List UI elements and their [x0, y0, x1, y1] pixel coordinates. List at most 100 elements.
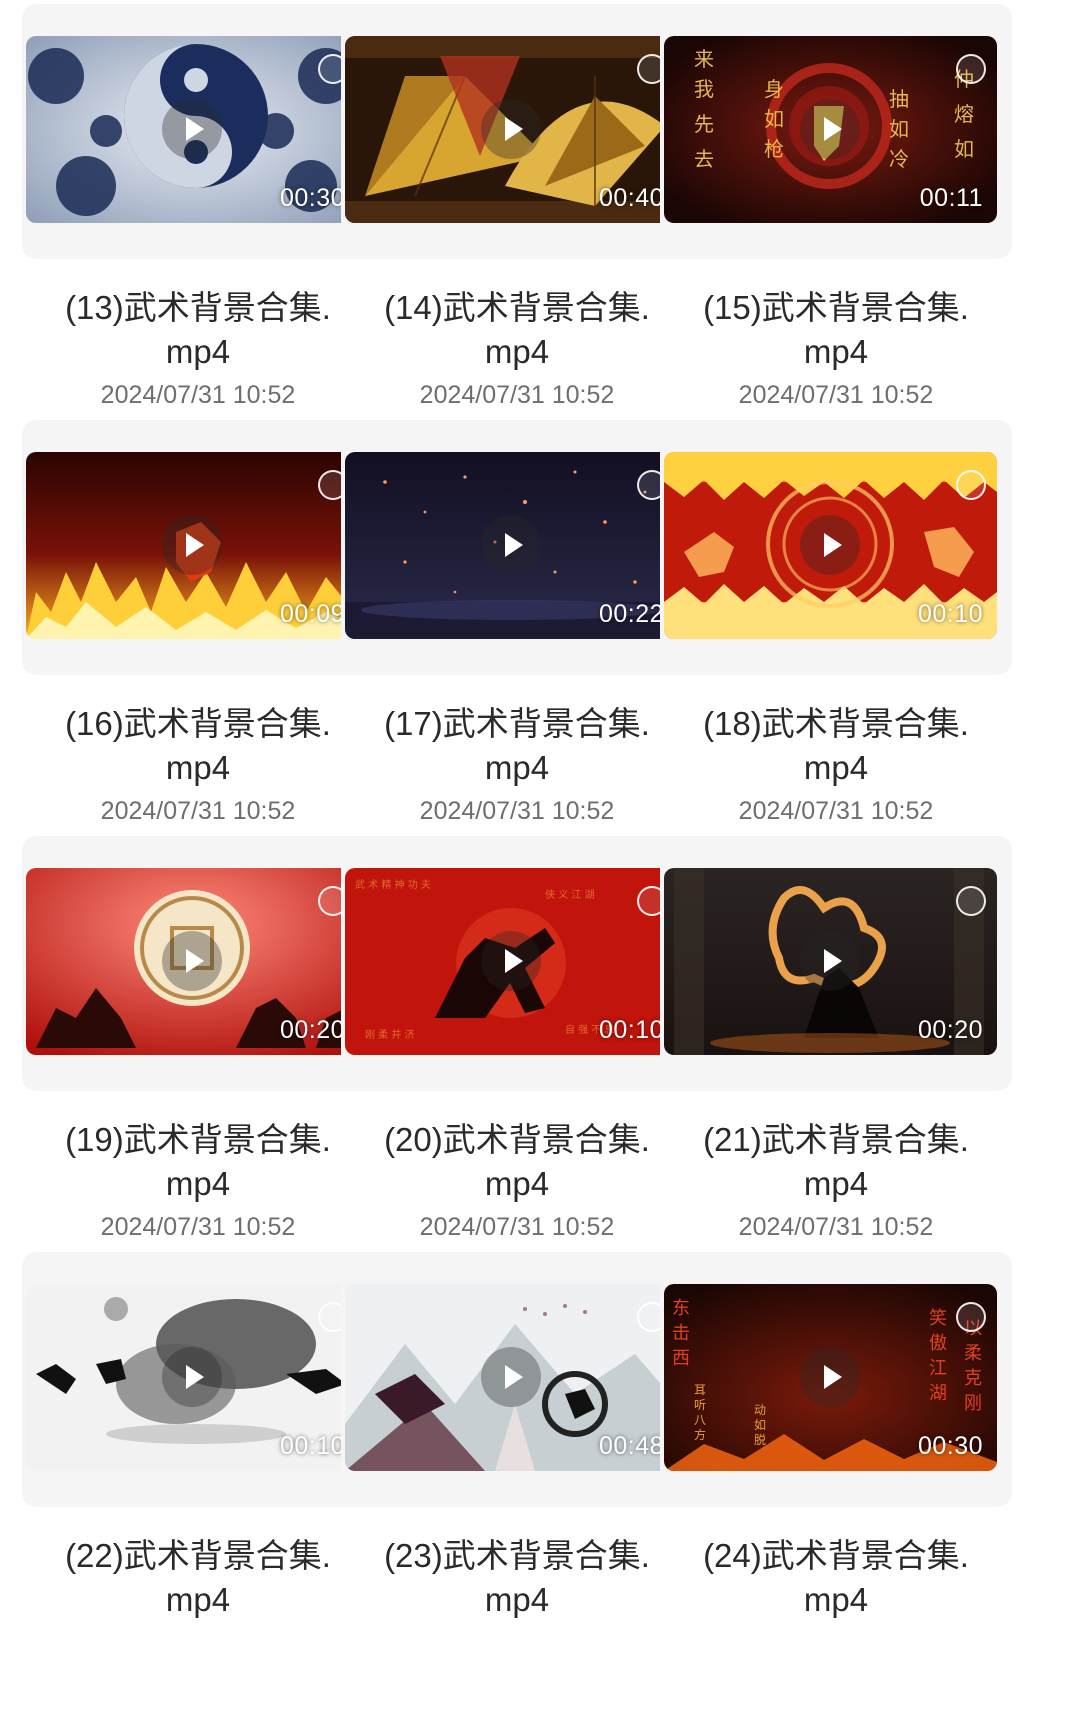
play-button[interactable]: [481, 931, 541, 991]
video-item[interactable]: 00:10 (22)武术背景合集. mp4: [22, 1252, 374, 1710]
play-button[interactable]: [162, 99, 222, 159]
video-thumbnail[interactable]: 东击西 笑傲江湖 以柔克刚 耳听八方 动如脱 00:30: [664, 1284, 997, 1471]
svg-text:我: 我: [694, 77, 714, 101]
select-circle-icon[interactable]: [956, 1302, 986, 1332]
video-duration: 00:10: [279, 1432, 345, 1460]
svg-text:动: 动: [754, 1403, 766, 1417]
svg-text:傲: 傲: [929, 1333, 947, 1354]
svg-text:听: 听: [694, 1398, 706, 1412]
select-circle-icon[interactable]: [956, 470, 986, 500]
video-file-name: (13)武术背景合集. mp4: [22, 286, 374, 374]
svg-text:刚 柔 并 济: 刚 柔 并 济: [365, 1028, 415, 1041]
play-button[interactable]: [800, 515, 860, 575]
video-duration: 00:20: [279, 1016, 345, 1044]
video-item[interactable]: 00:09 (16)武术背景合集. mp4 2024/07/31 10:52: [22, 420, 374, 878]
video-item[interactable]: 00:22 (17)武术背景合集. mp4 2024/07/31 10:52: [341, 420, 693, 878]
play-button[interactable]: [162, 931, 222, 991]
video-file-name: (21)武术背景合集. mp4: [660, 1118, 1012, 1206]
video-date: 2024/07/31 10:52: [738, 381, 934, 409]
select-circle-icon[interactable]: [956, 886, 986, 916]
play-button[interactable]: [481, 99, 541, 159]
svg-text:脱: 脱: [754, 1432, 766, 1447]
video-file-name-line2: mp4: [165, 749, 231, 786]
video-date: 2024/07/31 10:52: [738, 1213, 934, 1241]
play-button[interactable]: [481, 1347, 541, 1407]
video-file-name-line1: (20)武术背景合集.: [384, 1121, 650, 1158]
video-duration: 00:40: [598, 184, 664, 212]
svg-text:耳: 耳: [694, 1383, 706, 1397]
video-file-name: (23)武术背景合集. mp4: [341, 1534, 693, 1622]
video-thumbnail[interactable]: 00:22: [345, 452, 678, 639]
video-date: 2024/07/31 10:52: [738, 797, 934, 825]
video-file-name: (20)武术背景合集. mp4: [341, 1118, 693, 1206]
svg-text:武 术 精 神 功 夫: 武 术 精 神 功 夫: [355, 878, 431, 891]
play-icon: [824, 533, 842, 557]
play-button[interactable]: [800, 99, 860, 159]
svg-text:抽: 抽: [889, 87, 909, 111]
video-duration: 00:10: [598, 1016, 664, 1044]
video-duration: 00:30: [279, 184, 345, 212]
video-grid: 00:30 (13)武术背景合集. mp4 2024/07/31 10:52 0…: [0, 0, 1080, 1716]
svg-text:侠 义 江 湖: 侠 义 江 湖: [545, 888, 595, 901]
video-file-name-line1: (21)武术背景合集.: [703, 1121, 969, 1158]
svg-text:来: 来: [694, 47, 714, 71]
svg-text:刚: 刚: [964, 1393, 982, 1414]
video-item[interactable]: 00:20 (21)武术背景合集. mp4 2024/07/31 10:52: [660, 836, 1012, 1294]
video-item[interactable]: 00:10 (18)武术背景合集. mp4 2024/07/31 10:52: [660, 420, 1012, 878]
svg-text:先: 先: [694, 112, 714, 136]
video-item[interactable]: 00:48 (23)武术背景合集. mp4: [341, 1252, 693, 1710]
video-file-name-line2: mp4: [165, 333, 231, 370]
play-button[interactable]: [162, 1347, 222, 1407]
video-thumbnail[interactable]: 00:20: [664, 868, 997, 1055]
video-item[interactable]: 来我先去 身如枪 抽如冷 仲熔如 00:11 (15)武术背景合集. mp4 2…: [660, 4, 1012, 462]
video-file-name: (18)武术背景合集. mp4: [660, 702, 1012, 790]
svg-text:熔: 熔: [954, 102, 974, 126]
video-date: 2024/07/31 10:52: [100, 1213, 296, 1241]
svg-text:枪: 枪: [764, 137, 784, 161]
play-button[interactable]: [481, 515, 541, 575]
select-circle-icon[interactable]: [956, 54, 986, 84]
video-date: 2024/07/31 10:52: [419, 381, 615, 409]
play-button[interactable]: [800, 1347, 860, 1407]
svg-text:击: 击: [672, 1323, 690, 1344]
video-thumbnail[interactable]: 00:10: [664, 452, 997, 639]
video-thumbnail[interactable]: 00:48: [345, 1284, 678, 1471]
svg-text:八: 八: [694, 1413, 706, 1427]
video-file-name-line1: (19)武术背景合集.: [65, 1121, 331, 1158]
svg-text:如: 如: [954, 137, 974, 161]
video-date: 2024/07/31 10:52: [100, 797, 296, 825]
video-item[interactable]: 00:20 (19)武术背景合集. mp4 2024/07/31 10:52: [22, 836, 374, 1294]
video-item[interactable]: 东击西 笑傲江湖 以柔克刚 耳听八方 动如脱 00:30 (24)武术背景合集.…: [660, 1252, 1012, 1710]
play-icon: [186, 1365, 204, 1389]
svg-text:冷: 冷: [889, 147, 909, 171]
play-icon: [505, 949, 523, 973]
svg-text:如: 如: [764, 107, 784, 131]
video-duration: 00:10: [917, 600, 983, 628]
svg-text:去: 去: [694, 147, 714, 171]
video-item[interactable]: 00:30 (13)武术背景合集. mp4 2024/07/31 10:52: [22, 4, 374, 462]
video-file-name: (22)武术背景合集. mp4: [22, 1534, 374, 1622]
video-thumbnail[interactable]: 00:40: [345, 36, 678, 223]
video-thumbnail[interactable]: 00:30: [26, 36, 359, 223]
video-thumbnail[interactable]: 来我先去 身如枪 抽如冷 仲熔如 00:11: [664, 36, 997, 223]
video-file-name-line2: mp4: [803, 749, 869, 786]
play-button[interactable]: [800, 931, 860, 991]
play-icon: [186, 117, 204, 141]
video-item[interactable]: 武 术 精 神 功 夫侠 义 江 湖 刚 柔 并 济自 强 不 息 00:10 …: [341, 836, 693, 1294]
video-file-name-line1: (15)武术背景合集.: [703, 289, 969, 326]
video-file-name-line1: (24)武术背景合集.: [703, 1537, 969, 1574]
svg-text:身: 身: [764, 77, 784, 101]
video-duration: 00:30: [917, 1432, 983, 1460]
video-file-name-line1: (14)武术背景合集.: [384, 289, 650, 326]
video-file-name: (24)武术背景合集. mp4: [660, 1534, 1012, 1622]
video-thumbnail[interactable]: 武 术 精 神 功 夫侠 义 江 湖 刚 柔 并 济自 强 不 息 00:10: [345, 868, 678, 1055]
video-thumbnail[interactable]: 00:10: [26, 1284, 359, 1471]
video-file-name: (17)武术背景合集. mp4: [341, 702, 693, 790]
video-thumbnail[interactable]: 00:20: [26, 868, 359, 1055]
play-button[interactable]: [162, 515, 222, 575]
video-item[interactable]: 00:40 (14)武术背景合集. mp4 2024/07/31 10:52: [341, 4, 693, 462]
video-thumbnail[interactable]: 00:09: [26, 452, 359, 639]
video-file-name-line2: mp4: [165, 1581, 231, 1618]
svg-text:如: 如: [754, 1417, 766, 1432]
video-file-name-line2: mp4: [165, 1165, 231, 1202]
